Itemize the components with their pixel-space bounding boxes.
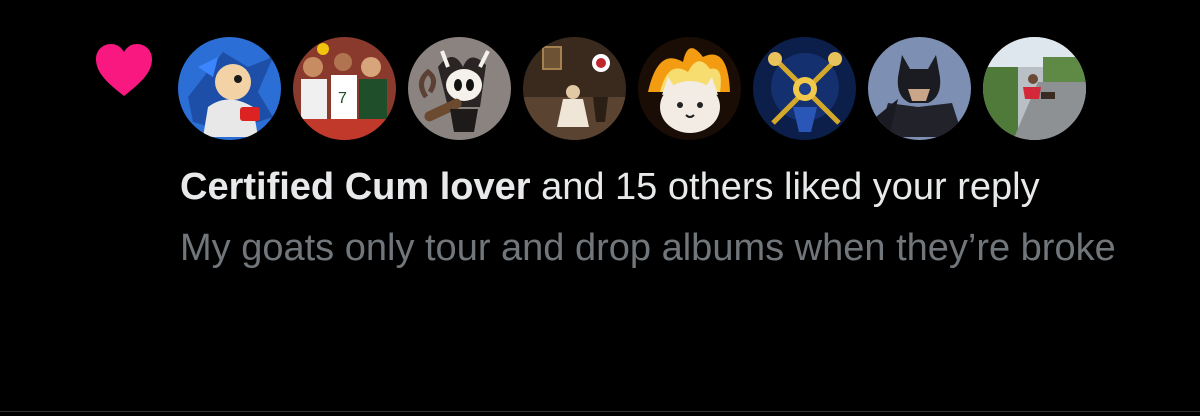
actor-name-link[interactable]: Certified Cum lover — [180, 166, 531, 208]
like-notification[interactable]: 7 Certified Cum lover and 15 others like… — [0, 0, 1200, 416]
avatar-batman[interactable] — [868, 37, 971, 140]
avatar-street-photo[interactable] — [983, 37, 1086, 140]
avatar-keyblade[interactable] — [753, 37, 856, 140]
avatar-hollow-knight[interactable] — [408, 37, 511, 140]
notification-text: Certified Cum lover and 15 others liked … — [180, 162, 1140, 274]
avatar-row: 7 — [178, 37, 1098, 140]
avatar-sonic[interactable] — [178, 37, 281, 140]
notification-headline: Certified Cum lover and 15 others liked … — [180, 162, 1140, 212]
reply-preview[interactable]: My goats only tour and drop albums when … — [180, 222, 1140, 274]
svg-text:7: 7 — [338, 90, 347, 107]
avatar-painting[interactable] — [523, 37, 626, 140]
avatar-fire-cat[interactable] — [638, 37, 741, 140]
heart-icon — [96, 44, 152, 96]
divider — [0, 411, 1200, 412]
avatar-crowd[interactable]: 7 — [293, 37, 396, 140]
action-text: and 15 others liked your reply — [530, 166, 1040, 208]
